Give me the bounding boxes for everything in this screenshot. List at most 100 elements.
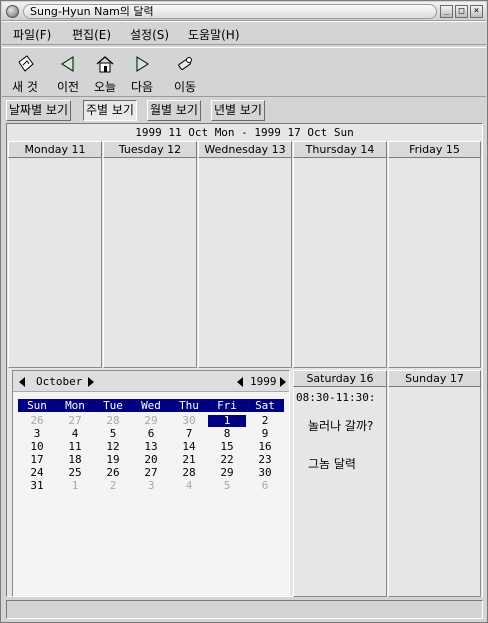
today-label: 오늘 <box>93 80 117 94</box>
calendar-day[interactable]: 17 <box>18 454 56 466</box>
calendar-day[interactable]: 12 <box>94 441 132 453</box>
day-column-sunday[interactable] <box>388 370 481 597</box>
mini-month-calendar: October 1999 Sun Mon Tue Wed Thu Fri Sat 26 27 2… <box>12 370 290 597</box>
calendar-day[interactable]: 29 <box>208 467 246 479</box>
menu-help[interactable]: 도움말(H) <box>188 26 240 43</box>
calendar-day[interactable]: 30 <box>246 467 284 479</box>
calendar-day[interactable]: 20 <box>132 454 170 466</box>
calendar-day[interactable]: 15 <box>208 441 246 453</box>
calendar-day[interactable]: 23 <box>246 454 284 466</box>
day-header-tuesday[interactable]: Tuesday 12 <box>103 141 197 158</box>
menu-file[interactable]: 파일(F) <box>13 26 51 43</box>
goto-button[interactable]: 이동 <box>165 52 205 96</box>
day-column-monday[interactable] <box>8 141 102 368</box>
day-header-wednesday[interactable]: Wednesday 13 <box>198 141 292 158</box>
prev-year-arrow-icon[interactable] <box>237 377 243 387</box>
calendar-day[interactable]: 22 <box>208 454 246 466</box>
calendar-day[interactable]: 25 <box>56 467 94 479</box>
next-label: 다음 <box>130 80 154 94</box>
view-tabs: 날짜별 보기 주별 보기 월별 보기 년별 보기 <box>2 98 486 123</box>
calendar-day[interactable]: 26 <box>94 467 132 479</box>
other-month-day[interactable]: 1 <box>56 480 94 492</box>
next-year-arrow-icon[interactable] <box>280 377 286 387</box>
calendar-day[interactable]: 7 <box>170 428 208 440</box>
calendar-day[interactable]: 19 <box>94 454 132 466</box>
tab-day-view[interactable]: 날짜별 보기 <box>6 100 72 121</box>
calendar-day[interactable]: 8 <box>208 428 246 440</box>
next-button[interactable]: 다음 <box>122 52 162 96</box>
other-month-day[interactable]: 30 <box>170 415 208 427</box>
calendar-window: Sung-Hyun Nam의 달력 _ □ × 파일(F) 편집(E) 설정(S… <box>0 0 488 623</box>
other-month-day[interactable]: 27 <box>56 415 94 427</box>
calendar-day[interactable]: 1 <box>208 415 246 427</box>
goto-label: 이동 <box>173 80 197 94</box>
week-view: 1999 11 Oct Mon - 1999 17 Oct Sun Monday… <box>6 123 483 597</box>
calendar-day[interactable]: 4 <box>56 428 94 440</box>
title-bar[interactable]: Sung-Hyun Nam의 달력 _ □ × <box>2 2 486 21</box>
weekday-label: Sat <box>255 399 275 412</box>
next-month-arrow-icon[interactable] <box>88 377 94 387</box>
window-title: Sung-Hyun Nam의 달력 <box>30 5 154 18</box>
weekday-label: Tue <box>103 399 123 412</box>
arrow-left-icon <box>61 56 74 72</box>
day-column-thursday[interactable] <box>293 141 387 368</box>
day-header-sunday[interactable]: Sunday 17 <box>388 370 481 387</box>
day-header-thursday[interactable]: Thursday 14 <box>293 141 387 158</box>
other-month-day[interactable]: 6 <box>246 480 284 492</box>
calendar-day[interactable]: 24 <box>18 467 56 479</box>
toolbar: 새 것 이전 오늘 다음 이동 <box>2 47 486 97</box>
calendar-day[interactable]: 5 <box>94 428 132 440</box>
day-column-friday[interactable] <box>388 141 481 368</box>
other-month-day[interactable]: 28 <box>94 415 132 427</box>
prev-button[interactable]: 이전 <box>48 52 88 96</box>
other-month-day[interactable]: 3 <box>132 480 170 492</box>
status-bar <box>6 600 483 619</box>
calendar-day[interactable]: 2 <box>246 415 284 427</box>
weekday-label: Sun <box>27 399 47 412</box>
day-column-tuesday[interactable] <box>103 141 197 368</box>
window-menu-icon[interactable] <box>6 5 19 18</box>
other-month-day[interactable]: 29 <box>132 415 170 427</box>
calendar-day[interactable]: 14 <box>170 441 208 453</box>
other-month-day[interactable]: 2 <box>94 480 132 492</box>
day-column-saturday[interactable] <box>293 370 387 597</box>
weekday-label: Wed <box>141 399 161 412</box>
calendar-day[interactable]: 18 <box>56 454 94 466</box>
other-month-day[interactable]: 4 <box>170 480 208 492</box>
day-header-saturday[interactable]: Saturday 16 <box>293 370 387 387</box>
calendar-day[interactable]: 10 <box>18 441 56 453</box>
day-column-wednesday[interactable] <box>198 141 292 368</box>
prev-label: 이전 <box>56 80 80 94</box>
new-button[interactable]: 새 것 <box>5 52 45 96</box>
event-time[interactable]: 08:30-11:30: <box>296 391 375 404</box>
calendar-day[interactable]: 16 <box>246 441 284 453</box>
today-button[interactable]: 오늘 <box>85 52 125 96</box>
calendar-day[interactable]: 9 <box>246 428 284 440</box>
tab-week-view[interactable]: 주별 보기 <box>83 100 137 121</box>
tab-year-view[interactable]: 년별 보기 <box>211 100 265 121</box>
menu-edit[interactable]: 편집(E) <box>72 26 111 43</box>
tab-month-view[interactable]: 월별 보기 <box>147 100 201 121</box>
calendar-day[interactable]: 28 <box>170 467 208 479</box>
calendar-day[interactable]: 31 <box>18 480 56 492</box>
calendar-day[interactable]: 6 <box>132 428 170 440</box>
minimize-button[interactable]: _ <box>440 5 453 18</box>
mini-month-year: 1999 <box>250 375 277 388</box>
weekday-label: Thu <box>179 399 199 412</box>
calendar-day[interactable]: 3 <box>18 428 56 440</box>
other-month-day[interactable]: 5 <box>208 480 246 492</box>
event-note[interactable]: 그놈 달력 <box>308 455 356 472</box>
weekday-label: Mon <box>65 399 85 412</box>
close-button[interactable]: × <box>470 5 483 18</box>
prev-month-arrow-icon[interactable] <box>19 377 25 387</box>
calendar-day[interactable]: 13 <box>132 441 170 453</box>
day-header-friday[interactable]: Friday 15 <box>388 141 481 158</box>
maximize-button[interactable]: □ <box>455 5 468 18</box>
calendar-day[interactable]: 27 <box>132 467 170 479</box>
calendar-day[interactable]: 21 <box>170 454 208 466</box>
menu-settings[interactable]: 설정(S) <box>130 26 169 43</box>
event-title[interactable]: 놀러나 갈까? <box>308 417 373 434</box>
calendar-day[interactable]: 11 <box>56 441 94 453</box>
day-header-monday[interactable]: Monday 11 <box>8 141 102 158</box>
other-month-day[interactable]: 26 <box>18 415 56 427</box>
